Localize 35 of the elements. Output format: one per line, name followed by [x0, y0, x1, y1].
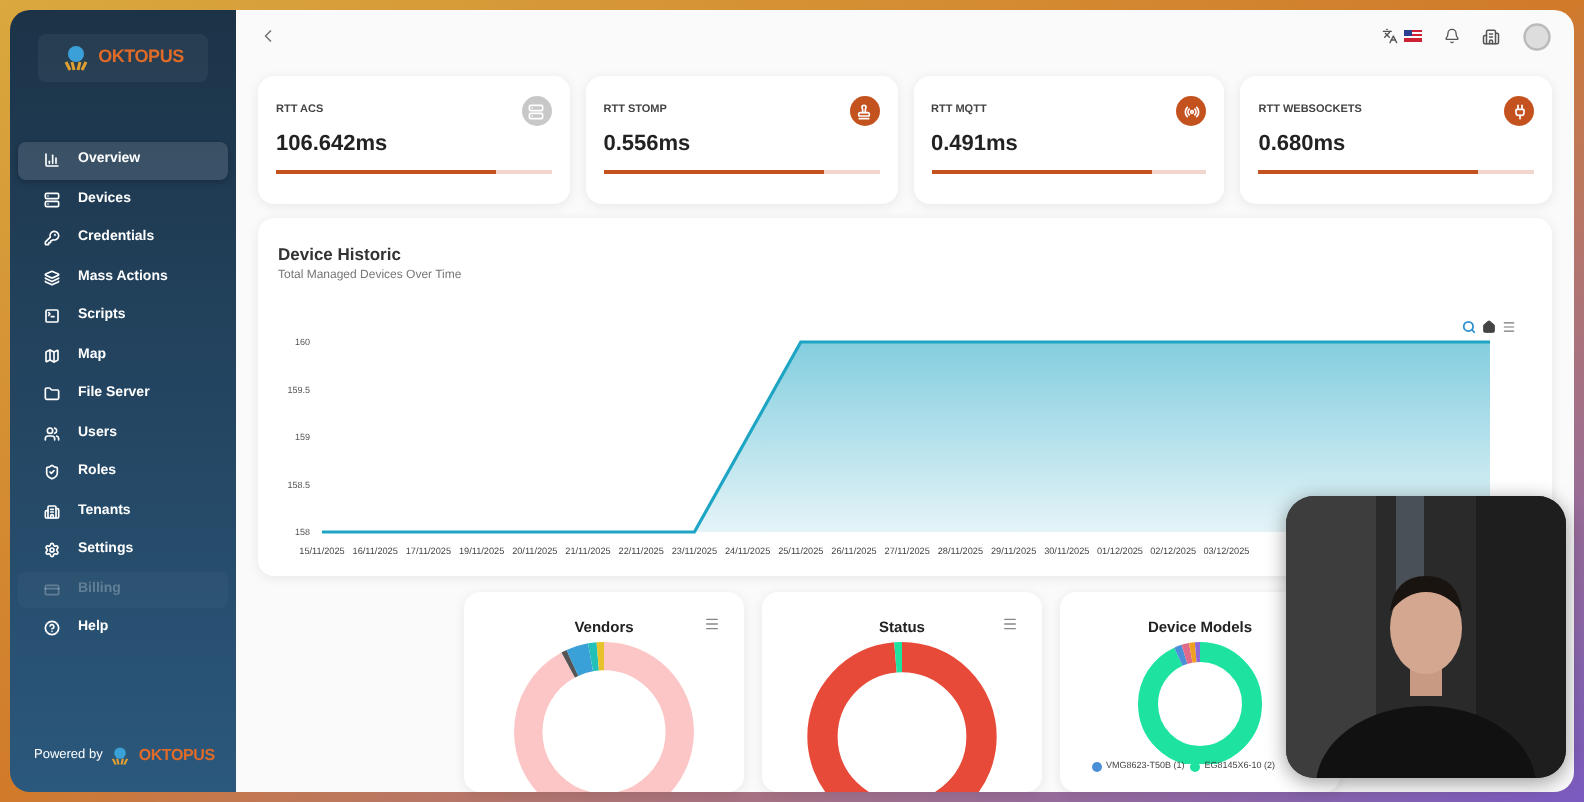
logo-text: OKTOPUS: [138, 744, 215, 768]
metric-value: 0.556ms: [603, 130, 693, 161]
menu-icon[interactable]: [704, 616, 720, 632]
metric-value: 0.491ms: [931, 130, 1020, 161]
metric-value: 106.642ms: [276, 130, 390, 161]
settings-icon: [44, 542, 60, 559]
translate-icon[interactable]: [1382, 28, 1398, 45]
server-icon: [44, 191, 60, 208]
map-icon: [44, 347, 60, 364]
flag-icon[interactable]: [1404, 30, 1422, 43]
home-icon[interactable]: [1482, 319, 1496, 334]
building-icon: [44, 503, 60, 520]
help-icon: [44, 620, 60, 637]
bar-chart-icon: [44, 152, 60, 169]
users-icon: [44, 425, 60, 442]
plug-icon: [1511, 103, 1527, 120]
octopus-icon: [110, 746, 131, 766]
shield-icon: [44, 464, 60, 481]
zoom-icon[interactable]: [1462, 319, 1476, 334]
octopus-icon: [62, 44, 91, 72]
server-icon: [528, 103, 545, 120]
stamp-icon: [856, 103, 872, 120]
card-icon: [44, 581, 60, 598]
layers-icon: [44, 269, 60, 286]
signal-icon: [1183, 103, 1200, 120]
logo-text: OKTOPUS: [98, 44, 184, 71]
menu-icon[interactable]: [1502, 319, 1516, 334]
key-icon: [44, 230, 60, 247]
notification-icon[interactable]: [1444, 28, 1460, 45]
folder-icon: [44, 386, 60, 403]
building-icon[interactable]: [1482, 27, 1500, 46]
chart-title: Device Historic: [278, 242, 403, 268]
terminal-icon: [44, 308, 60, 325]
menu-icon[interactable]: [1002, 616, 1018, 632]
metric-value: 0.680ms: [1258, 130, 1348, 161]
